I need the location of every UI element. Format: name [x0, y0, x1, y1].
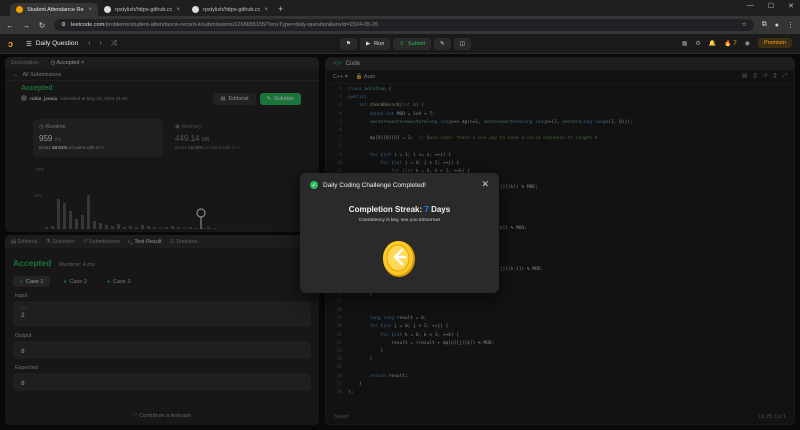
notes-icon[interactable]: ✎	[434, 38, 451, 50]
close-tab-icon[interactable]: ×	[88, 7, 92, 13]
bookmark-star-icon[interactable]: ☆	[742, 22, 747, 28]
tab-title: rpstylish/https-github.com-rpst	[203, 6, 261, 13]
close-tab-icon[interactable]: ×	[176, 7, 180, 13]
extensions-icon[interactable]: ⧉	[762, 21, 767, 29]
profile-icon[interactable]: ●	[775, 22, 779, 29]
browser-tab-bar: Student Attendance Record II × rpstylish…	[0, 0, 800, 16]
back-icon[interactable]: ←	[6, 21, 14, 30]
streak-counter[interactable]: 🔥 7	[724, 40, 736, 47]
notifications-icon[interactable]: 🔔	[709, 40, 716, 47]
run-button[interactable]: ▶ Run	[359, 38, 391, 50]
close-window-icon[interactable]: ✕	[788, 2, 794, 10]
settings-icon[interactable]: ⚙	[695, 40, 700, 47]
maximize-icon[interactable]: ☐	[768, 2, 774, 10]
leetcode-logo-icon[interactable]: ↄ	[8, 39, 18, 49]
browser-tab-1[interactable]: Student Attendance Record II ×	[10, 3, 98, 16]
forward-icon[interactable]: →	[22, 21, 30, 30]
window-controls: — ☐ ✕	[747, 2, 794, 10]
close-icon[interactable]: ✕	[481, 179, 489, 190]
run-submit-group: ⚑ ▶ Run ⇪ Submit ✎ ◫	[340, 38, 471, 50]
reload-icon[interactable]: ↻	[38, 21, 46, 30]
premium-button[interactable]: Premium	[757, 38, 792, 48]
shuffle-icon[interactable]: ⤨	[111, 40, 117, 48]
completion-streak: Completion Streak: 7 Days	[348, 205, 451, 214]
browser-tab-2[interactable]: rpstylish/https-github.com-rpst ×	[98, 3, 186, 16]
daily-question-link[interactable]: ☰ Daily Question	[26, 40, 78, 48]
list-icon: ☰	[26, 40, 32, 48]
modal-note: Consistency is key, see you tomorrow!	[358, 218, 441, 223]
nav-right: ▦ ⚙ 🔔 🔥 7 ◉ Premium	[682, 38, 792, 48]
leetcode-navbar: ↄ ☰ Daily Question ‹ › ⤨ ⚑ ▶ Run ⇪ Submi…	[0, 34, 800, 54]
minimize-icon[interactable]: —	[747, 2, 754, 10]
submit-button[interactable]: ⇪ Submit	[393, 38, 431, 50]
github-favicon-icon	[192, 6, 199, 13]
browser-tab-3[interactable]: rpstylish/https-github.com-rpst ×	[186, 3, 274, 16]
leetcode-favicon-icon	[16, 6, 23, 13]
new-tab-icon[interactable]: +	[278, 4, 283, 14]
prev-problem-icon[interactable]: ‹	[88, 40, 90, 48]
tab-title: Student Attendance Record II	[27, 6, 84, 13]
close-tab-icon[interactable]: ×	[264, 7, 268, 13]
problem-nav: ‹ › ⤨	[88, 40, 116, 48]
leetcoin-icon	[383, 241, 415, 277]
url-bar[interactable]: ⚙ leetcode.com/problems/student-attendan…	[54, 19, 754, 31]
layout-icon[interactable]: ◫	[453, 38, 471, 50]
url-path: /problems/student-attendance-record-ii/s…	[104, 22, 379, 28]
check-circle-icon: ✓	[310, 181, 318, 189]
grid-icon[interactable]: ▦	[682, 40, 688, 47]
url-host: leetcode.com	[71, 22, 105, 28]
user-avatar[interactable]: ◉	[745, 40, 750, 47]
site-info-icon[interactable]: ⚙	[61, 22, 66, 28]
debug-button[interactable]: ⚑	[340, 38, 357, 50]
daily-challenge-modal: ✓ Daily Coding Challenge Completed! ✕ Co…	[300, 173, 499, 293]
menu-icon[interactable]: ⋮	[787, 21, 794, 29]
address-toolbar: ← → ↻ ⚙ leetcode.com/problems/student-at…	[0, 16, 800, 34]
modal-title: Daily Coding Challenge Completed!	[323, 181, 426, 189]
tab-title: rpstylish/https-github.com-rpst	[115, 6, 173, 13]
next-problem-icon[interactable]: ›	[99, 40, 101, 48]
github-favicon-icon	[104, 6, 111, 13]
